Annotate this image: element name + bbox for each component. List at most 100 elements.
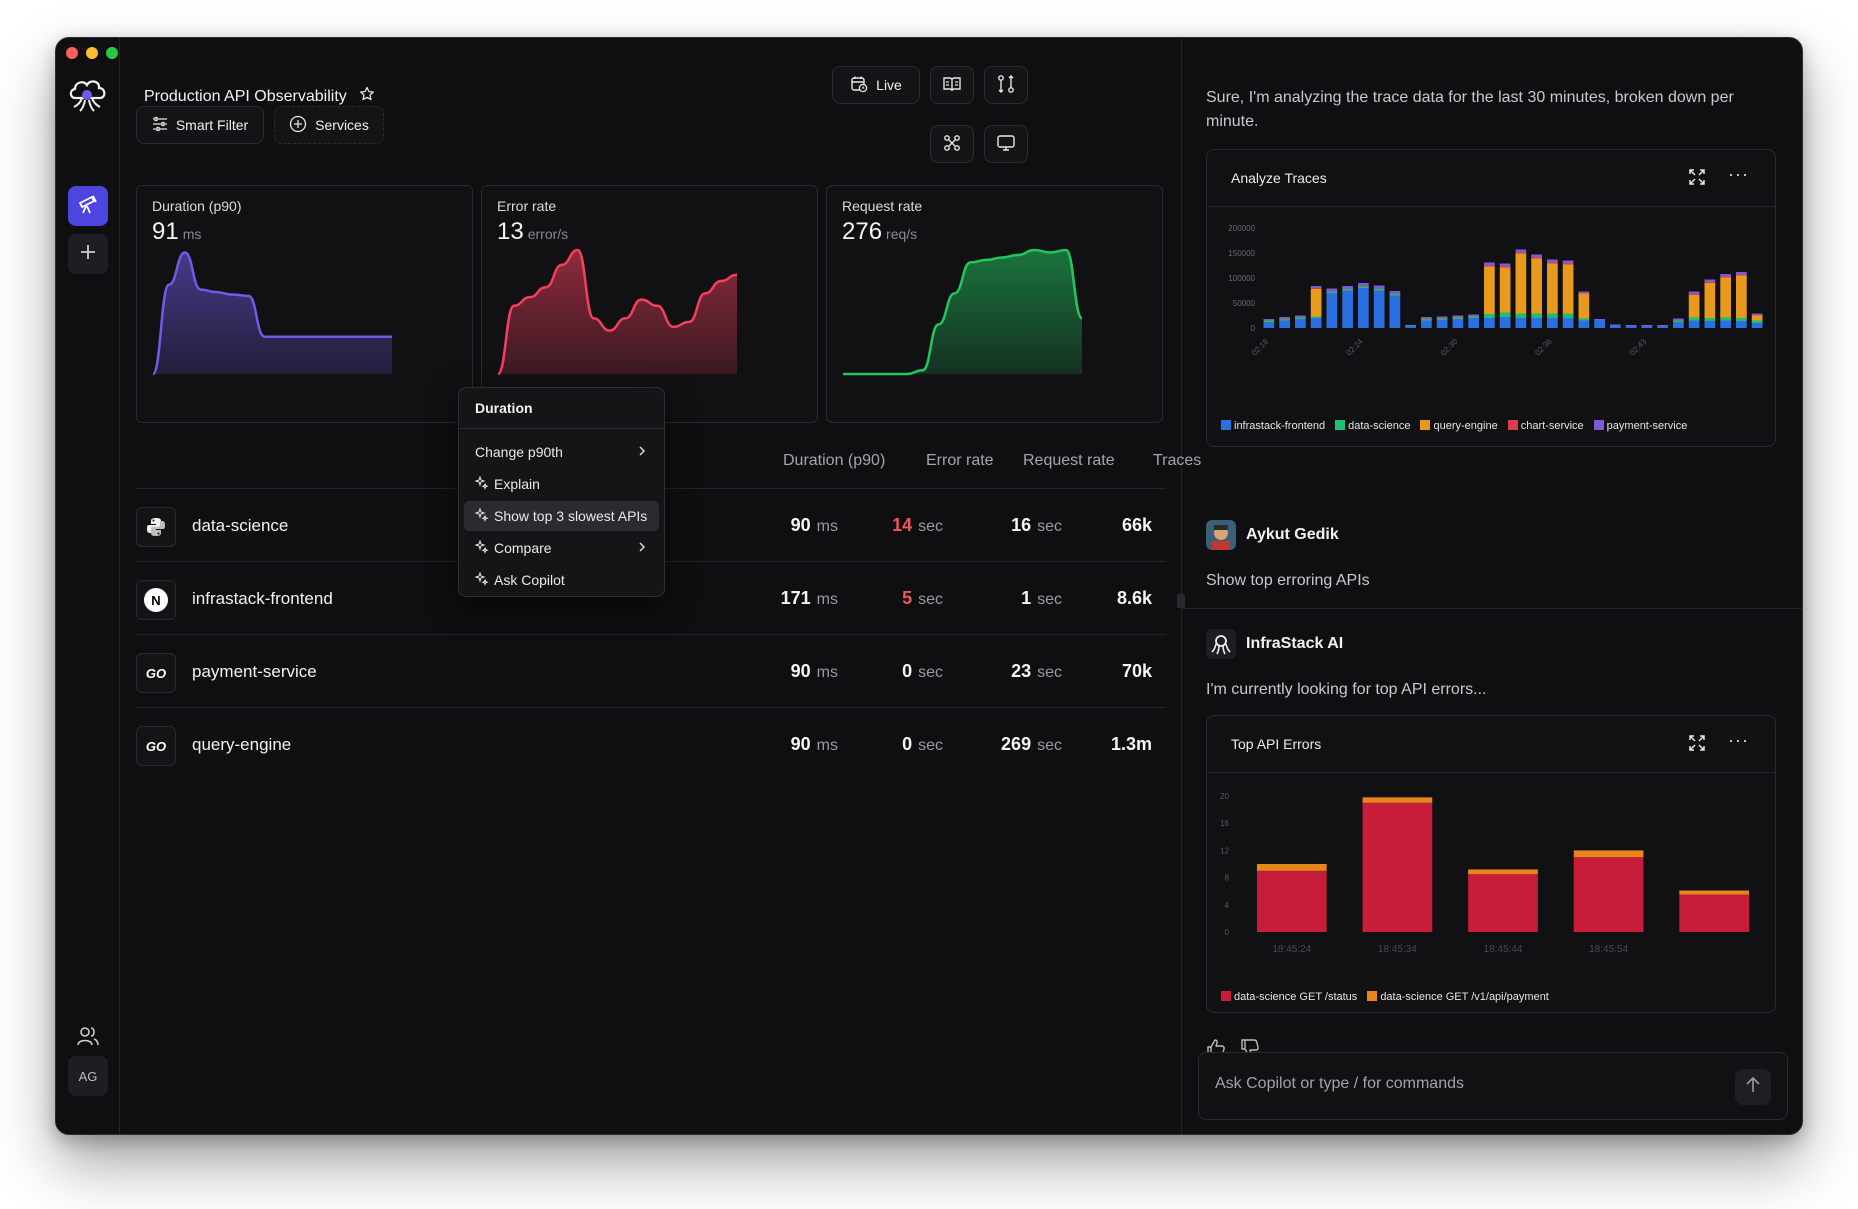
legend-item[interactable]: chart-service	[1507, 420, 1584, 432]
metric-card-request-rate[interactable]: Request rate 276 req/s	[826, 185, 1163, 423]
bar-segment	[1263, 320, 1275, 322]
service-name[interactable]: payment-service	[192, 662, 317, 682]
workflow-button[interactable]	[930, 125, 974, 163]
cloud-octopus-icon[interactable]	[66, 76, 110, 116]
bar-segment	[1562, 318, 1574, 328]
bar-segment	[1358, 283, 1369, 286]
x-tick-label: 18:45:24	[1272, 944, 1311, 955]
menu-item-explain[interactable]: Explain	[464, 469, 659, 499]
sidebar-item-add[interactable]	[68, 234, 108, 274]
bar-segment	[1263, 322, 1275, 328]
bar-segment	[1594, 319, 1605, 320]
services-label: Services	[315, 117, 369, 133]
legend-item[interactable]: query-engine	[1420, 420, 1498, 432]
python-icon	[136, 507, 176, 547]
bar-segment	[1578, 293, 1590, 294]
menu-item-ask-copilot[interactable]: Ask Copilot	[464, 565, 659, 595]
column-header-error-rate[interactable]: Error rate	[926, 452, 994, 470]
request-unit: sec	[1037, 737, 1062, 754]
legend-item[interactable]: data-science	[1335, 420, 1410, 432]
bar-segment	[1736, 272, 1747, 275]
go-glyph: GO	[145, 738, 167, 754]
ai-name: InfraStack AI	[1246, 635, 1344, 652]
bar-segment	[1499, 266, 1511, 268]
x-tick-label: 18:45:44	[1484, 944, 1523, 955]
bar-segment	[1358, 286, 1369, 288]
copilot-panel: Sure, I'm analyzing the trace data for t…	[1182, 38, 1802, 1134]
bar-segment	[1704, 321, 1716, 328]
smart-filter-button[interactable]: Smart Filter	[136, 106, 264, 144]
metric-card-duration[interactable]: Duration (p90) 91 ms	[136, 185, 473, 423]
bar-segment	[1310, 288, 1322, 289]
send-button[interactable]	[1735, 1069, 1771, 1105]
user-message-header: Aykut Gedik	[1206, 520, 1339, 550]
column-header-request-rate[interactable]: Request rate	[1023, 452, 1115, 470]
menu-item-change-p90th[interactable]: Change p90th	[464, 437, 659, 467]
sidebar-item-explore[interactable]	[68, 186, 108, 226]
error-cell: 5 sec	[902, 588, 943, 609]
bar-segment	[1436, 318, 1448, 320]
sparkles-icon	[474, 570, 489, 589]
bar-segment	[1310, 286, 1322, 288]
legend-item[interactable]: data-science GET /v1/api/payment	[1367, 991, 1549, 1003]
live-button[interactable]: Live	[832, 66, 920, 104]
request-cell: 1 sec	[1021, 588, 1062, 609]
smart-filter-label: Smart Filter	[175, 117, 249, 133]
service-name[interactable]: data-science	[192, 516, 288, 536]
main-panel: Production API Observability Live Smart …	[120, 38, 1201, 1134]
compare-button[interactable]	[984, 66, 1028, 104]
menu-item-label: Compare	[494, 540, 552, 556]
metric-value-number: 276	[842, 218, 883, 245]
sidebar-item-users[interactable]	[68, 1018, 108, 1058]
menu-item-compare[interactable]: Compare	[464, 533, 659, 563]
bar-segment	[1279, 320, 1290, 328]
legend-item[interactable]: infrastack-frontend	[1221, 420, 1325, 432]
service-name[interactable]: query-engine	[192, 735, 291, 755]
legend-item[interactable]: data-science GET /status	[1221, 991, 1357, 1003]
bar-segment	[1688, 291, 1700, 294]
bar-segment	[1720, 320, 1731, 328]
metric-value: 91 ms	[152, 218, 201, 246]
bar-segment	[1310, 318, 1322, 328]
more-icon[interactable]: ···	[1728, 730, 1749, 751]
bar-segment	[1578, 293, 1590, 319]
request-unit: sec	[1037, 518, 1062, 535]
expand-icon[interactable]	[1689, 169, 1705, 190]
service-name[interactable]: infrastack-frontend	[192, 589, 333, 609]
metric-value-number: 91	[152, 218, 179, 245]
x-tick-label: 02:18	[1250, 337, 1271, 358]
table-row[interactable]: GO payment-service 90 ms 0 sec 23 sec 70k	[136, 634, 1166, 707]
bar-segment	[1531, 258, 1542, 314]
star-icon[interactable]	[359, 86, 375, 107]
sparkline-area	[153, 252, 392, 374]
display-button[interactable]	[984, 125, 1028, 163]
user-avatar	[1206, 520, 1236, 550]
bar-segment	[1405, 326, 1416, 328]
column-header-duration[interactable]: Duration (p90)	[783, 452, 885, 470]
y-tick-label: 50000	[1233, 299, 1256, 308]
bar-segment	[1625, 326, 1637, 328]
y-tick-label: 20	[1220, 792, 1229, 801]
table-row[interactable]: GO query-engine 90 ms 0 sec 269 sec 1.3m	[136, 707, 1166, 780]
legend-label: data-science GET /v1/api/payment	[1380, 991, 1549, 1003]
docs-button[interactable]	[930, 66, 974, 104]
sparkles-icon	[474, 474, 489, 493]
bar-segment	[1362, 802, 1433, 932]
bar-segment	[1389, 293, 1401, 294]
bar-segment	[1641, 326, 1653, 328]
copilot-input[interactable]	[1215, 1075, 1715, 1093]
bar-segment	[1421, 318, 1432, 319]
services-filter-button[interactable]: Services	[274, 106, 384, 144]
more-icon[interactable]: ···	[1728, 164, 1749, 185]
bar-segment	[1704, 282, 1716, 283]
context-menu: Duration Change p90th Explain Show top 3…	[458, 387, 665, 597]
menu-item-show-top-3-slowest-apis[interactable]: Show top 3 slowest APIs	[464, 501, 659, 531]
bar-segment	[1389, 291, 1401, 294]
legend-item[interactable]: payment-service	[1593, 420, 1687, 432]
user-message: Show top erroring APIs	[1206, 572, 1370, 589]
user-avatar[interactable]: AG	[68, 1056, 108, 1096]
sidebar: AG	[56, 38, 120, 1134]
bar-segment	[1436, 316, 1448, 318]
expand-icon[interactable]	[1689, 735, 1705, 756]
sparkles-icon	[474, 506, 489, 525]
